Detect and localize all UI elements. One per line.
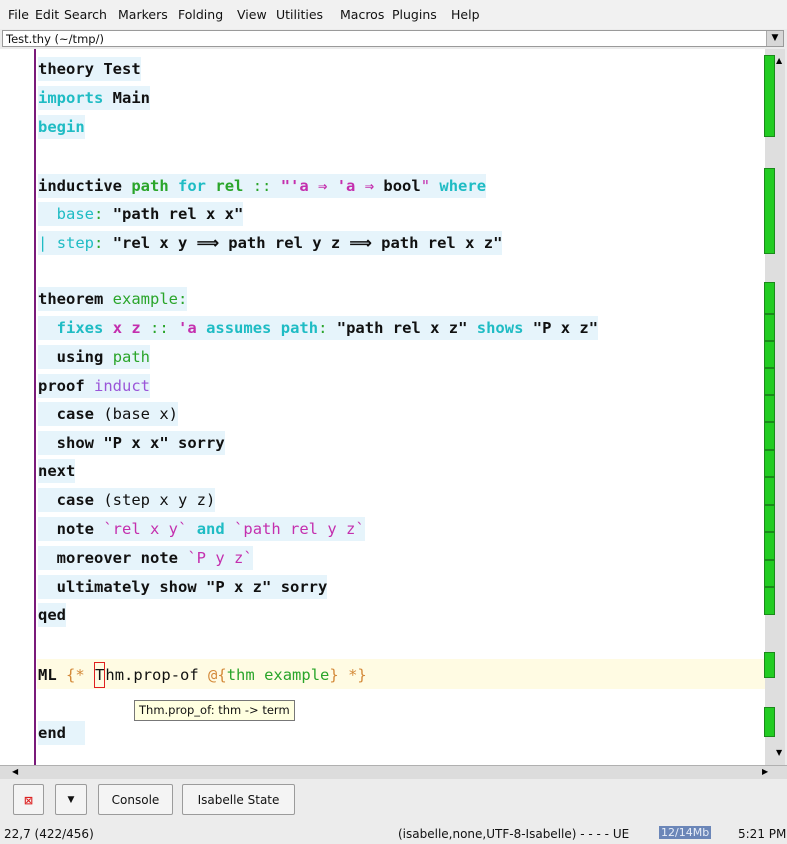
code-line-2: imports Main	[38, 86, 150, 110]
code-line-20: qed	[38, 603, 66, 627]
overview-marker[interactable]	[764, 532, 775, 560]
scroll-right-icon[interactable]: ▶	[762, 767, 768, 776]
overview-marker[interactable]	[764, 707, 775, 737]
chevron-down-icon: ▼	[67, 795, 75, 805]
code-line-19: ultimately show "P x z" sorry	[38, 575, 328, 599]
buffer-label: Test.thy (~/tmp/)	[6, 32, 104, 46]
code-line-5: inductive path for rel :: "'a ⇒ 'a ⇒ boo…	[38, 174, 487, 198]
menu-utilities[interactable]: Utilities	[276, 7, 323, 22]
overview-marker[interactable]	[764, 168, 775, 254]
code-line-22: ML {* Thm.prop-of @{thm example} *}	[38, 662, 367, 688]
close-icon: ⊠	[23, 794, 34, 807]
buffer-mode: (isabelle,none,UTF-8-Isabelle) - - - - U…	[398, 827, 630, 841]
code-line-11: using path	[38, 345, 151, 369]
menu-bar: File Edit Search Markers Folding View Ut…	[0, 0, 787, 29]
code-line-13: case (base x)	[38, 402, 178, 426]
dock-menu-button[interactable]: ▼	[55, 784, 87, 815]
memory-indicator[interactable]: 12/14Mb	[659, 826, 712, 839]
clock: 5:21 PM	[738, 827, 787, 841]
overview-marker[interactable]	[764, 314, 775, 341]
overview-marker[interactable]	[764, 422, 775, 450]
menu-search[interactable]: Search	[64, 7, 107, 22]
code-line-6: base: "path rel x x"	[38, 202, 244, 226]
code-line-12: proof induct	[38, 374, 151, 398]
code-line-10: fixes x z :: 'a assumes path: "path rel …	[38, 316, 599, 340]
code-line-14: show "P x x" sorry	[38, 431, 225, 455]
menu-markers[interactable]: Markers	[118, 7, 168, 22]
overview-marker[interactable]	[764, 587, 775, 615]
overview-marker[interactable]	[764, 450, 775, 477]
horizontal-scrollbar[interactable]: ◀ ▶	[0, 765, 787, 780]
scroll-down-icon[interactable]: ▼	[776, 748, 782, 757]
overview-marker[interactable]	[764, 55, 775, 137]
code-line-16: case (step x y z)	[38, 488, 216, 512]
scroll-up-icon[interactable]: ▲	[776, 56, 782, 65]
menu-help[interactable]: Help	[451, 7, 480, 22]
code-line-9: theorem example:	[38, 287, 188, 311]
gutter-line	[34, 49, 36, 765]
overview-marker[interactable]	[764, 477, 775, 505]
code-line-1: theory Test	[38, 57, 141, 81]
status-bar: 22,7 (422/456) (isabelle,none,UTF-8-Isab…	[0, 825, 787, 844]
overview-marker[interactable]	[764, 341, 775, 368]
code-line-3: begin	[38, 115, 85, 139]
menu-edit[interactable]: Edit	[35, 7, 59, 22]
menu-file[interactable]: File	[8, 7, 29, 22]
overview-marker[interactable]	[764, 505, 775, 532]
overview-marker[interactable]	[764, 652, 775, 678]
overview-marker[interactable]	[764, 282, 775, 314]
scroll-left-icon[interactable]: ◀	[12, 767, 18, 776]
caret-position: 22,7 (422/456)	[4, 827, 94, 841]
menu-folding[interactable]: Folding	[178, 7, 223, 22]
code-line-24: end	[38, 721, 85, 745]
isabelle-state-button[interactable]: Isabelle State	[182, 784, 295, 815]
overview-marker[interactable]	[764, 560, 775, 587]
close-dock-button[interactable]: ⊠	[13, 784, 44, 815]
text-cursor: T	[94, 662, 106, 688]
code-line-7: | step: "rel x y ⟹ path rel y z ⟹ path r…	[38, 231, 503, 255]
buffer-switcher[interactable]: Test.thy (~/tmp/) ▼	[2, 30, 784, 47]
tooltip: Thm.prop_of: thm -> term	[134, 700, 295, 721]
code-line-17: note `rel x y` and `path rel y z`	[38, 517, 365, 541]
menu-macros[interactable]: Macros	[340, 7, 384, 22]
code-line-18: moreover note `P y z`	[38, 546, 253, 570]
code-line-15: next	[38, 459, 76, 483]
overview-marker[interactable]	[764, 395, 775, 422]
menu-view[interactable]: View	[237, 7, 267, 22]
menu-plugins[interactable]: Plugins	[392, 7, 437, 22]
chevron-down-icon[interactable]: ▼	[766, 31, 783, 46]
console-button[interactable]: Console	[98, 784, 173, 815]
overview-marker[interactable]	[764, 368, 775, 395]
